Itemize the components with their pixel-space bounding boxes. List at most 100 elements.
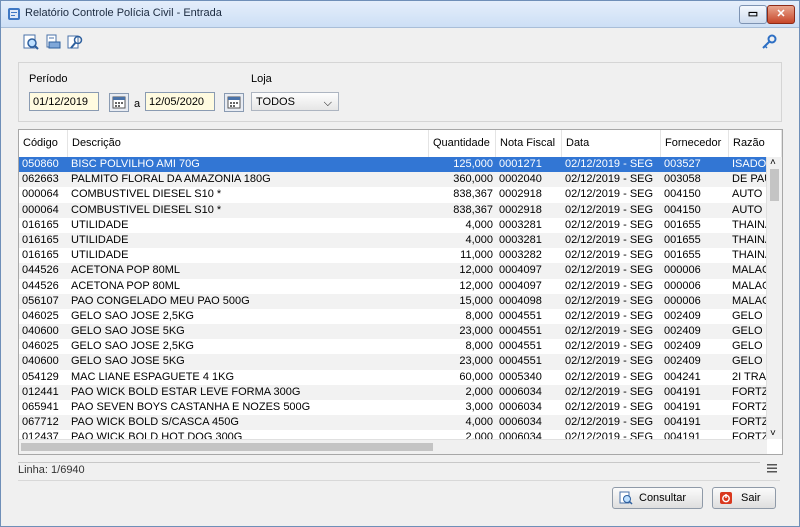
sair-button[interactable]: Sair xyxy=(712,487,776,509)
table-row[interactable]: 000064 COMBUSTIVEL DIESEL S10 * 838,367 000… xyxy=(19,187,767,202)
cell-data: 02/12/2019 - SEG xyxy=(565,340,654,353)
cell-data: 02/12/2019 - SEG xyxy=(565,188,654,201)
calendar-icon xyxy=(112,96,126,109)
cell-nota-fiscal: 0006034 xyxy=(499,401,542,413)
cell-codigo: 016165 xyxy=(22,249,59,262)
cell-descricao: GELO SAO JOSE 5KG xyxy=(71,325,185,338)
cell-descricao: GELO SAO JOSE 5KG xyxy=(71,355,185,368)
column-header-descricao[interactable]: Descrição xyxy=(68,130,429,157)
cell-data: 02/12/2019 - SEG xyxy=(565,401,654,413)
cell-nota-fiscal: 0005340 xyxy=(499,370,542,383)
cell-razao: 2I TRAN xyxy=(732,370,767,383)
scroll-up-icon[interactable]: ˄ xyxy=(770,157,776,168)
cell-quantidade: 8,000 xyxy=(465,309,493,322)
power-exit-icon xyxy=(720,492,732,504)
cell-nota-fiscal: 0002918 xyxy=(499,203,542,216)
column-header-fornecedor[interactable]: Fornecedor xyxy=(661,130,729,157)
print-preview-icon[interactable] xyxy=(45,34,61,50)
cell-codigo: 062663 xyxy=(22,173,59,186)
column-header-codigo[interactable]: Código xyxy=(19,130,68,157)
cell-codigo: 000064 xyxy=(22,203,59,216)
search-report-icon[interactable] xyxy=(23,34,39,50)
table-row[interactable]: 044526 ACETONA POP 80ML 12,000 0004097 02/12… xyxy=(19,263,767,279)
column-header-data[interactable]: Data xyxy=(562,130,661,157)
date-from-calendar-button[interactable] xyxy=(109,93,129,112)
menu-lines-icon[interactable] xyxy=(766,462,778,474)
consultar-button[interactable]: Consultar xyxy=(612,487,703,509)
cell-razao: FORTZ I xyxy=(732,431,767,439)
cell-codigo: 000064 xyxy=(22,188,59,201)
cell-codigo: 065941 xyxy=(22,401,59,413)
table-row[interactable]: 016165 UTILIDADE 11,000 0003282 02/12/2019 -… xyxy=(19,248,767,263)
cell-quantidade: 11,000 xyxy=(460,249,493,262)
table-row[interactable]: 046025 GELO SAO JOSE 2,5KG 8,000 0004551 02/… xyxy=(19,339,767,354)
periodo-label: Período xyxy=(29,73,68,85)
scroll-down-icon[interactable]: ˅ xyxy=(770,428,776,439)
key-icon[interactable] xyxy=(761,34,777,50)
table-row[interactable]: 000064 COMBUSTIVEL DIESEL S10 * 838,367 000… xyxy=(19,202,767,218)
cell-codigo: 046025 xyxy=(22,340,59,353)
table-row[interactable]: 046025 GELO SAO JOSE 2,5KG 8,000 0004551 02/… xyxy=(19,309,767,324)
table-row[interactable]: 062663 PALMITO FLORAL DA AMAZONIA 180G 360… xyxy=(19,172,767,188)
table-row[interactable]: 056107 PAO CONGELADO MEU PAO 500G 15,000 00… xyxy=(19,293,767,309)
cell-codigo: 067712 xyxy=(22,416,59,429)
table-row[interactable]: 016165 UTILIDADE 4,000 0003281 02/12/2019 - … xyxy=(19,218,767,233)
cell-quantidade: 12,000 xyxy=(459,279,493,292)
cell-quantidade: 2,000 xyxy=(465,431,493,439)
minimize-button[interactable]: ▭ xyxy=(739,5,767,24)
cell-fornecedor: 001655 xyxy=(664,233,701,246)
horizontal-scrollbar[interactable] xyxy=(19,439,767,454)
table-row[interactable]: 016165 UTILIDADE 4,000 0003281 02/12/2019 - … xyxy=(19,232,767,249)
table-row[interactable]: 065941 PAO SEVEN BOYS CASTANHA E NOZES 50… xyxy=(19,400,767,415)
table-row[interactable]: 054129 MAC LIANE ESPAGUETE 4 1KG 60,000 000… xyxy=(19,370,767,385)
cell-data: 02/12/2019 - SEG xyxy=(565,370,654,383)
table-row[interactable]: 050860 BISC POLVILHO AMI 70G 125,000 000127… xyxy=(19,157,767,173)
table-row[interactable]: 044526 ACETONA POP 80ML 12,000 0004097 02/12… xyxy=(19,279,767,294)
cell-razao: AUTO P xyxy=(732,188,767,201)
horizontal-scroll-thumb[interactable] xyxy=(21,443,433,451)
table-row[interactable]: 040600 GELO SAO JOSE 5KG 23,000 0004551 02/1… xyxy=(19,324,767,340)
table-row[interactable]: 067712 PAO WICK BOLD S/CASCA 450G 4,000 000… xyxy=(19,415,767,431)
close-button[interactable]: ✕ xyxy=(767,5,795,24)
column-header-razao[interactable]: Razão xyxy=(729,130,782,157)
loja-selected-value: TODOS xyxy=(256,96,295,108)
loja-select[interactable]: TODOS ⌵ xyxy=(251,92,339,111)
table-row[interactable]: 040600 GELO SAO JOSE 5KG 23,000 0004551 02/1… xyxy=(19,354,767,370)
cell-data: 02/12/2019 - SEG xyxy=(565,249,654,262)
cell-fornecedor: 004191 xyxy=(664,385,701,398)
cell-nota-fiscal: 0004551 xyxy=(499,340,542,353)
tools-icon[interactable] xyxy=(67,34,83,50)
cell-nota-fiscal: 0002918 xyxy=(499,188,542,201)
cell-quantidade: 4,000 xyxy=(465,218,493,231)
cell-fornecedor: 002409 xyxy=(664,355,701,368)
cell-data: 02/12/2019 - SEG xyxy=(565,325,654,338)
date-to-calendar-button[interactable] xyxy=(224,93,244,112)
vertical-scrollbar[interactable]: ˄ ˅ xyxy=(766,157,782,439)
search-report-icon xyxy=(619,491,633,505)
vertical-scroll-thumb[interactable] xyxy=(770,169,779,201)
date-from-input[interactable]: 01/12/2019 xyxy=(29,92,99,111)
cell-descricao: UTILIDADE xyxy=(71,233,129,246)
cell-fornecedor: 002409 xyxy=(664,309,701,322)
cell-fornecedor: 004150 xyxy=(664,203,701,216)
table-row[interactable]: 012441 PAO WICK BOLD ESTAR LEVE FORMA 300… xyxy=(19,384,767,400)
cell-codigo: 040600 xyxy=(22,355,59,368)
column-header-nota-fiscal[interactable]: Nota Fiscal xyxy=(496,130,562,157)
cell-fornecedor: 000006 xyxy=(664,279,701,292)
cell-nota-fiscal: 0004097 xyxy=(499,279,542,292)
cell-codigo: 044526 xyxy=(22,279,59,292)
cell-codigo: 056107 xyxy=(22,294,59,307)
cell-fornecedor: 004191 xyxy=(664,431,701,439)
cell-descricao: MAC LIANE ESPAGUETE 4 1KG xyxy=(71,370,235,383)
cell-codigo: 050860 xyxy=(22,158,59,170)
cell-descricao: PAO WICK BOLD HOT DOG 300G xyxy=(71,431,243,439)
sair-button-label: Sair xyxy=(741,492,761,504)
column-header-quantidade[interactable]: Quantidade xyxy=(429,130,496,157)
cell-fornecedor: 001655 xyxy=(664,249,701,262)
close-icon: ✕ xyxy=(776,8,786,20)
date-to-input[interactable]: 12/05/2020 xyxy=(145,92,215,111)
table-row[interactable]: 012437 PAO WICK BOLD HOT DOG 300G 2,000 000… xyxy=(19,430,767,439)
loja-label: Loja xyxy=(251,73,272,85)
cell-data: 02/12/2019 - SEG xyxy=(565,158,654,170)
cell-razao: FORTZ I xyxy=(732,385,767,398)
